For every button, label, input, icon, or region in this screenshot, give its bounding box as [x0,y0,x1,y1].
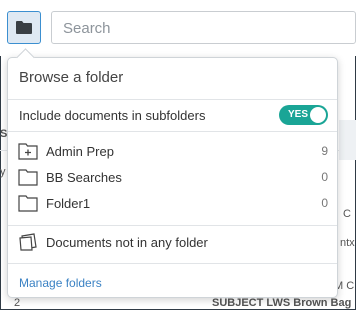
subfolders-label: Include documents in subfolders [19,108,206,123]
toggle-knob [310,107,326,123]
folder-item-bb-searches[interactable]: BB Searches 0 [8,165,337,191]
divider [8,225,337,226]
documents-stack-icon [19,233,37,251]
background-subject-line: SUBJECT LWS Brown Bag [212,297,352,309]
folder-icon [18,169,38,186]
background-text: ntx [340,237,355,249]
folder-item-admin-prep[interactable]: Admin Prep 9 [8,139,337,165]
folder-count: 9 [321,144,328,158]
documents-not-in-folder-item[interactable]: Documents not in any folder [8,230,337,256]
divider [8,263,337,264]
folder-count: 0 [321,196,328,210]
folder-count: 0 [321,170,328,184]
manage-folders-link[interactable]: Manage folders [19,276,102,290]
search-input[interactable]: Search [51,11,356,44]
folder-icon [18,195,38,212]
divider [8,131,337,132]
divider [8,99,337,100]
folder-name: BB Searches [46,170,122,185]
folder-plus-icon [18,143,38,160]
folder-dropdown: Browse a folder Include documents in sub… [7,48,338,298]
folder-browser-button[interactable] [7,11,41,44]
background-text: 2 [14,297,21,309]
background-text: y [0,166,6,178]
background-text: C [343,208,351,220]
folder-icon [16,21,32,34]
dropdown-title: Browse a folder [19,69,124,86]
folder-name: Folder1 [46,196,91,211]
folder-name: Admin Prep [46,144,114,159]
documents-not-in-folder-label: Documents not in any folder [46,235,208,250]
background-header-strip [339,120,356,160]
search-placeholder: Search [63,20,111,37]
top-bar: Search [0,0,356,56]
subfolders-toggle[interactable]: YES [279,105,328,125]
folder-item-folder1[interactable]: Folder1 0 [8,191,337,217]
toggle-text: YES [288,109,309,120]
